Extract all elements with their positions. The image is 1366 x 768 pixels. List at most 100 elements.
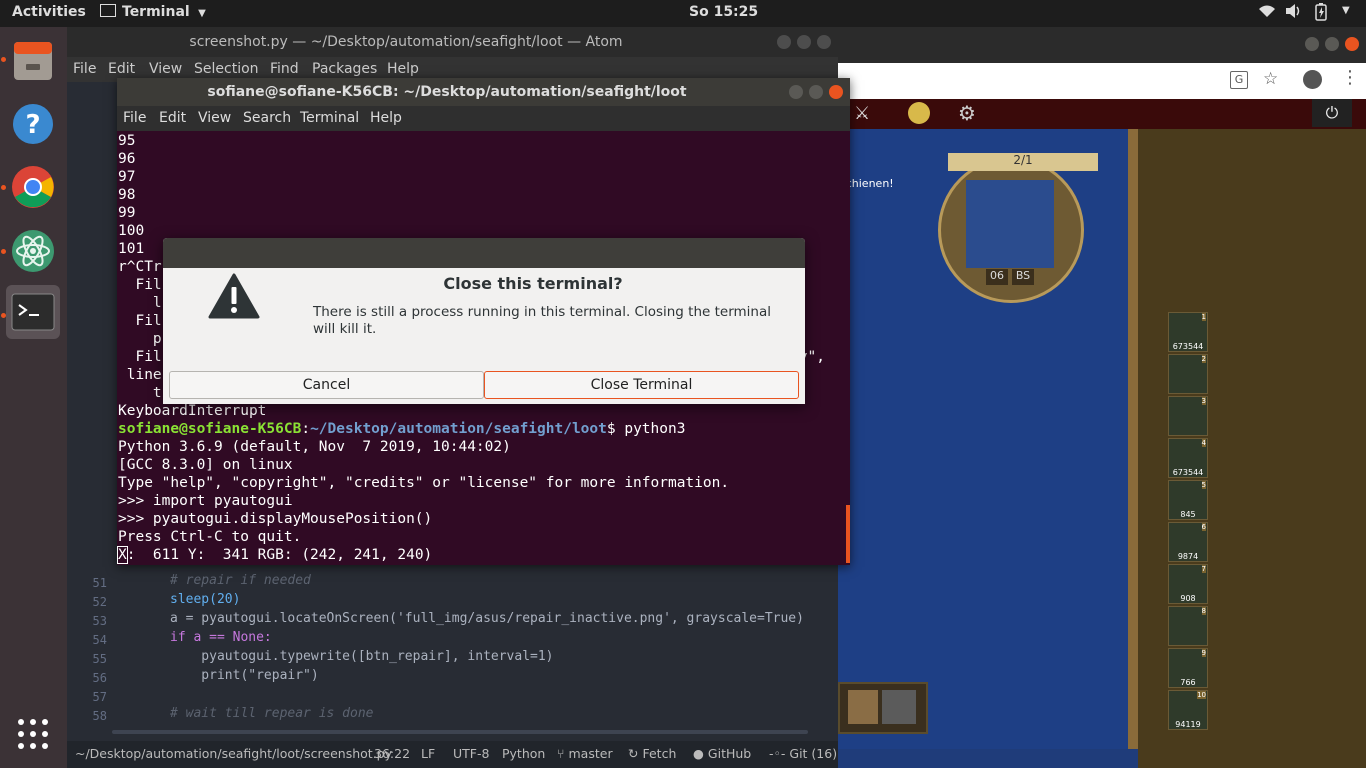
- menu-packages[interactable]: Packages: [312, 61, 377, 77]
- address-bar[interactable]: G ☆ ⋮: [838, 63, 1366, 99]
- terminal-icon[interactable]: [6, 285, 60, 339]
- menu-selection[interactable]: Selection: [194, 61, 259, 77]
- help-icon[interactable]: ?: [6, 97, 60, 151]
- terminal-menubar: File Edit View Search Terminal Help: [117, 106, 850, 131]
- horizontal-scrollbar[interactable]: [112, 730, 808, 734]
- menu-help[interactable]: Help: [387, 61, 419, 77]
- crossed-swords-icon[interactable]: ⚔: [854, 103, 870, 124]
- menu-find[interactable]: Find: [270, 61, 299, 77]
- line-number: 55: [92, 652, 107, 666]
- inventory-slot[interactable]: 8: [1168, 606, 1208, 646]
- status-cursor-position[interactable]: 36:22: [374, 746, 410, 761]
- system-menu-chevron-icon[interactable]: ▼: [1342, 5, 1350, 16]
- code-editor-bottom[interactable]: 51 # repair if needed 52 sleep(20) 53 a …: [67, 567, 838, 741]
- inventory-slot[interactable]: 3: [1168, 396, 1208, 436]
- slot-number: 8: [1201, 607, 1206, 615]
- status-file-path[interactable]: ~/Desktop/automation/seafight/loot/scree…: [75, 746, 392, 761]
- status-line-ending[interactable]: LF: [421, 746, 435, 761]
- maximize-button[interactable]: [1325, 37, 1339, 51]
- menu-view[interactable]: View: [149, 61, 182, 77]
- status-git[interactable]: -◦- Git (16): [769, 746, 837, 761]
- show-applications-icon[interactable]: [6, 707, 60, 761]
- terminal-line: t: [118, 385, 162, 401]
- atom-titlebar: screenshot.py — ~/Desktop/automation/sea…: [67, 27, 838, 57]
- status-grammar[interactable]: Python: [502, 746, 545, 761]
- minimize-button[interactable]: [789, 85, 803, 99]
- slot-value: 9874: [1177, 552, 1199, 561]
- minimize-button[interactable]: [777, 35, 791, 49]
- volume-icon[interactable]: [1285, 3, 1303, 23]
- action-bar: [838, 682, 928, 734]
- close-button[interactable]: [1345, 37, 1359, 51]
- inventory-slot[interactable]: 4 673544: [1168, 438, 1208, 478]
- dialog-header: [163, 238, 805, 268]
- more-menu-icon[interactable]: ⋮: [1341, 67, 1359, 88]
- cancel-button[interactable]: Cancel: [169, 371, 484, 399]
- menu-file[interactable]: File: [73, 61, 96, 77]
- maximize-button[interactable]: [809, 85, 823, 99]
- slot-number: 5: [1201, 481, 1206, 489]
- menu-edit[interactable]: Edit: [108, 61, 135, 77]
- menu-view[interactable]: View: [198, 110, 231, 126]
- menu-help[interactable]: Help: [370, 110, 402, 126]
- sailor-icon[interactable]: [848, 690, 878, 724]
- app-menu[interactable]: Terminal ▼: [100, 4, 206, 20]
- coord-b: BS: [1012, 269, 1034, 285]
- game-sea-view[interactable]: schienen! 2/1 06 BS: [838, 129, 1138, 749]
- maximize-button[interactable]: [797, 35, 811, 49]
- slot-value: 766: [1180, 678, 1196, 687]
- repair-hammer-icon[interactable]: [882, 690, 916, 724]
- app-menu-label: Terminal: [122, 4, 190, 20]
- translate-icon[interactable]: G: [1230, 71, 1248, 89]
- power-icon[interactable]: ⏻: [1312, 99, 1352, 127]
- atom-window-title: screenshot.py — ~/Desktop/automation/sea…: [189, 34, 623, 50]
- inventory-slot[interactable]: 1 673544: [1168, 312, 1208, 352]
- skull-icon[interactable]: [908, 102, 930, 124]
- close-button[interactable]: [817, 35, 831, 49]
- settings-gear-icon[interactable]: ⚙: [958, 101, 976, 125]
- bookmark-star-icon[interactable]: ☆: [1263, 69, 1278, 89]
- terminal-scrollbar[interactable]: [846, 505, 850, 563]
- status-github[interactable]: ● GitHub: [693, 746, 751, 761]
- code-line: a = pyautogui.locateOnScreen('full_img/a…: [170, 611, 804, 626]
- terminal-line: l: [118, 295, 162, 311]
- menu-search[interactable]: Search: [243, 110, 291, 126]
- minimap[interactable]: [938, 157, 1084, 303]
- line-number: 58: [92, 709, 107, 723]
- status-github-label: GitHub: [707, 746, 752, 761]
- terminal-line: 96: [118, 151, 136, 167]
- inventory-slot[interactable]: 9 766: [1168, 648, 1208, 688]
- network-icon[interactable]: [1258, 3, 1276, 23]
- terminal-line: KeyboardInterrupt: [118, 403, 267, 419]
- minimize-button[interactable]: [1305, 37, 1319, 51]
- slot-value: 908: [1180, 594, 1196, 603]
- status-fetch[interactable]: ↻ Fetch: [628, 746, 676, 761]
- inventory-slot[interactable]: 5 845: [1168, 480, 1208, 520]
- menu-edit[interactable]: Edit: [159, 110, 186, 126]
- activities-button[interactable]: Activities: [12, 4, 86, 20]
- status-branch[interactable]: ⑂ master: [557, 746, 613, 761]
- profile-icon[interactable]: [1303, 70, 1322, 89]
- atom-icon[interactable]: [6, 224, 60, 278]
- inventory-slot[interactable]: 2: [1168, 354, 1208, 394]
- chrome-icon[interactable]: [6, 160, 60, 214]
- menu-terminal[interactable]: Terminal: [300, 110, 359, 126]
- github-icon: ●: [693, 746, 704, 761]
- files-icon[interactable]: [6, 33, 60, 87]
- minimap-sea: [966, 180, 1054, 268]
- dialog-message: There is still a process running in this…: [313, 304, 771, 337]
- status-encoding[interactable]: UTF-8: [453, 746, 489, 761]
- battery-icon[interactable]: [1314, 3, 1328, 25]
- clock[interactable]: So 15:25: [689, 4, 758, 20]
- chevron-down-icon: ▼: [198, 8, 206, 19]
- svg-text:?: ?: [25, 110, 40, 140]
- inventory-slot[interactable]: 10 94119: [1168, 690, 1208, 730]
- prompt-command: $ python3: [606, 421, 686, 437]
- close-terminal-button[interactable]: Close Terminal: [484, 371, 799, 399]
- menu-file[interactable]: File: [123, 110, 146, 126]
- code-line: pyautogui.typewrite([btn_repair], interv…: [170, 649, 554, 664]
- slot-value: 673544: [1172, 342, 1204, 351]
- close-button[interactable]: [829, 85, 843, 99]
- inventory-slot[interactable]: 7 908: [1168, 564, 1208, 604]
- inventory-slot[interactable]: 6 9874: [1168, 522, 1208, 562]
